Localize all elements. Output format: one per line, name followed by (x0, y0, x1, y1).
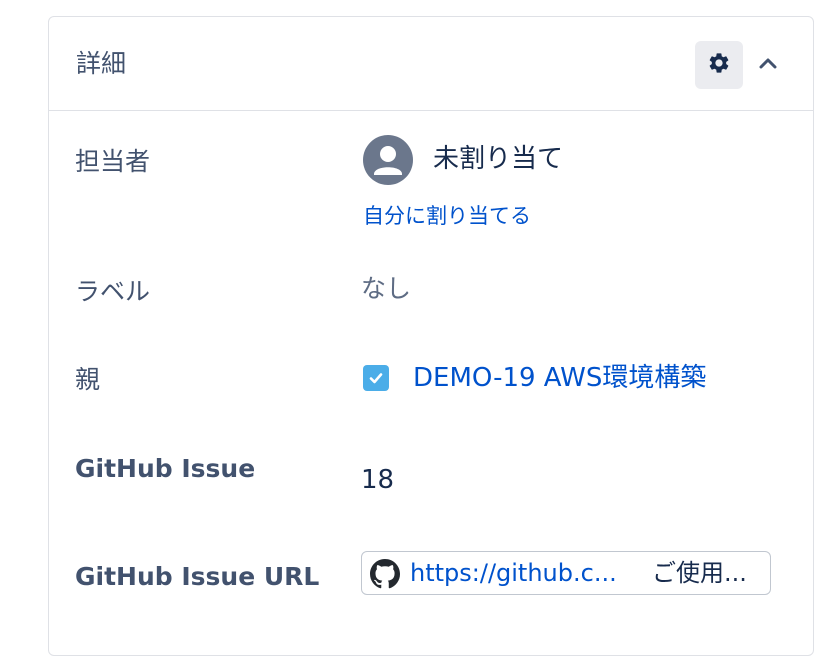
gear-icon (707, 51, 731, 79)
assignee-value[interactable]: 未割り当て (433, 142, 563, 176)
parent-label: 親 (75, 365, 101, 394)
github-issue-url-label: GitHub Issue URL (75, 562, 320, 591)
details-panel: 詳細 担当者 未割り当て 自分に割り当てる ラベル なし 親 DEMO-19 A… (48, 16, 814, 656)
github-issue-value[interactable]: 18 (361, 463, 394, 497)
parent-issue-link[interactable]: DEMO-19 AWS環境構築 (413, 361, 706, 395)
settings-button[interactable] (695, 41, 743, 89)
github-issue-url-action[interactable]: ご使用... (652, 556, 747, 590)
labels-label: ラベル (75, 277, 151, 306)
github-issue-label: GitHub Issue (75, 454, 256, 483)
github-issue-url-field[interactable]: https://github.c... ご使用... (361, 551, 771, 595)
assign-to-me-link[interactable]: 自分に割り当てる (363, 201, 531, 231)
collapse-button[interactable] (751, 47, 785, 81)
labels-value[interactable]: なし (361, 272, 411, 306)
github-issue-url-link[interactable]: https://github.c... (410, 556, 617, 590)
assignee-label: 担当者 (75, 147, 151, 176)
chevron-up-icon (758, 55, 778, 74)
details-panel-header: 詳細 (49, 17, 813, 111)
github-icon (370, 559, 400, 589)
panel-title: 詳細 (76, 49, 127, 78)
user-avatar-icon[interactable] (363, 135, 413, 185)
checkbox-task-icon (363, 365, 389, 391)
